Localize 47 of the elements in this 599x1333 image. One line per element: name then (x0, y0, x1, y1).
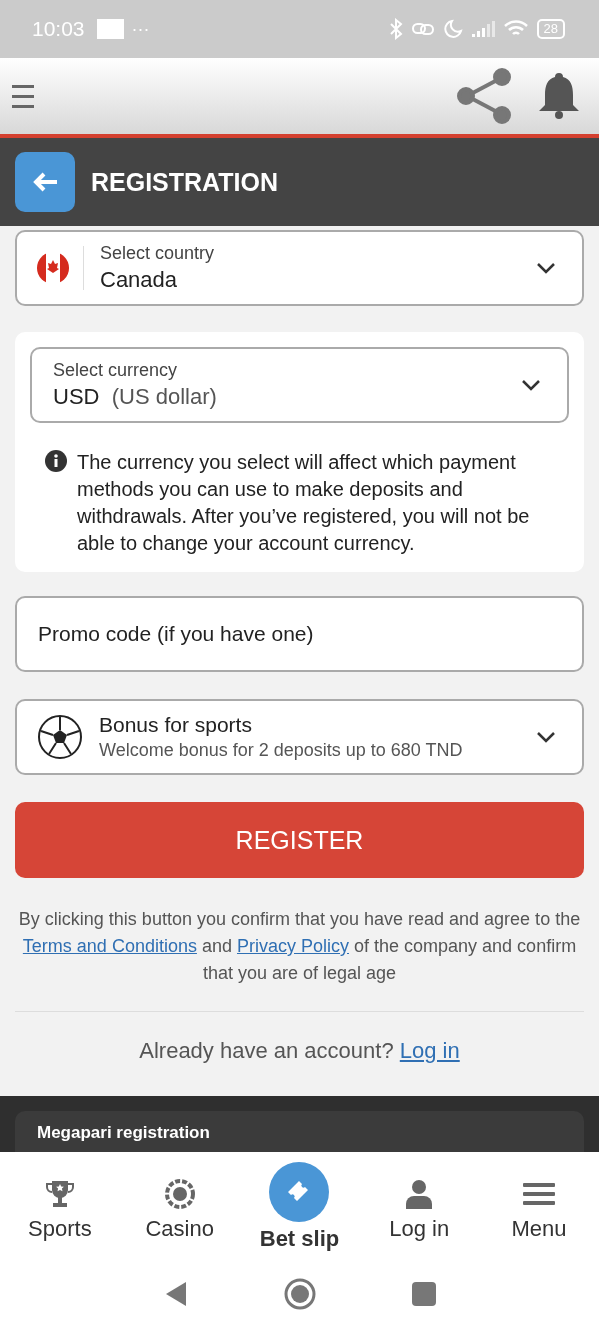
moon-icon (442, 19, 463, 39)
field-label: Select currency (53, 360, 179, 381)
bonus-select[interactable]: Bonus for sports Welcome bonus for 2 deposits up to 680 TND (15, 699, 584, 775)
bonus-description: Welcome bonus for 2 deposits up to 680 TND (99, 740, 464, 761)
back-button[interactable] (15, 152, 75, 212)
signal-icon (470, 20, 495, 38)
chevron-down-icon (536, 731, 556, 743)
nav-tab[interactable]: Bet slip (249, 1162, 350, 1252)
nav-tab[interactable]: Casino (129, 1162, 230, 1242)
currency-note: The currency you select will affect which payment methods you can use to make deposits and withdrawals. After you’ve registered, you will not be able to change your account currency. (77, 450, 531, 556)
field-label: Select country (100, 243, 216, 264)
country-select[interactable]: Select country Canada (15, 230, 584, 306)
terms-link[interactable]: Terms and Conditions (22, 936, 197, 956)
notifications-bell-icon[interactable] (537, 71, 581, 121)
link-icon (410, 20, 435, 38)
currency-select[interactable]: Select currency USD (US dollar) (30, 347, 569, 423)
promo-code-field[interactable]: Promo code (if you have one) (15, 596, 584, 672)
consent-text: By clicking this button you confirm that you have read and agree to the Terms and Conditions and Privacy Policy of the company and confirm that you are of legal age (17, 908, 582, 985)
bonus-title: Bonus for sports (99, 713, 253, 737)
user-icon (405, 1179, 434, 1209)
home-nav-icon[interactable] (283, 1278, 316, 1310)
notification-icon (96, 19, 124, 39)
menu-icon (523, 1181, 556, 1207)
register-button[interactable]: REGISTER (15, 802, 584, 878)
bluetooth-icon (388, 18, 403, 40)
chevron-down-icon (536, 262, 556, 274)
share-icon[interactable] (457, 68, 511, 124)
soccer-ball-icon (37, 714, 83, 760)
chevron-down-icon (521, 379, 541, 391)
canada-flag-icon (37, 252, 69, 284)
arrow-left-icon (31, 171, 59, 193)
page-title: REGISTRATION (91, 167, 279, 197)
more-notifications: ··· (131, 18, 150, 40)
login-link[interactable]: Log in (399, 1038, 460, 1063)
field-value: Canada (100, 267, 179, 293)
nav-tab[interactable]: Log in (369, 1162, 470, 1242)
nav-tab[interactable]: Sports (9, 1162, 110, 1242)
login-prompt: Already have an account? Log in (138, 1038, 461, 1064)
field-value: USD (US dollar) (53, 384, 218, 410)
card-title: Megapari registration (37, 1123, 210, 1142)
casino-chip-icon (164, 1179, 195, 1209)
recents-nav-icon[interactable] (411, 1282, 436, 1306)
nav-tab[interactable]: Menu (489, 1162, 590, 1242)
info-icon (45, 450, 67, 472)
privacy-link[interactable]: Privacy Policy (237, 936, 349, 956)
trophy-icon (43, 1178, 76, 1210)
menu-icon[interactable] (12, 82, 36, 110)
